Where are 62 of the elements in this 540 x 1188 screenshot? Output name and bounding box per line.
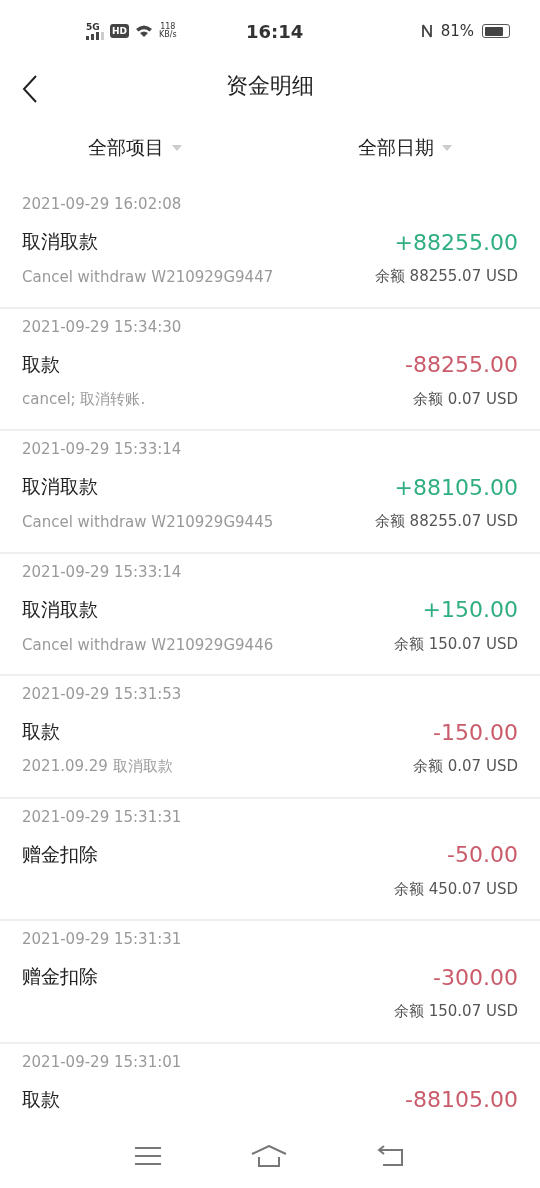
speed-value: 118 bbox=[160, 23, 176, 31]
transaction-row[interactable]: 2021-09-29 16:02:08 取消取款 +88255.00 Cancel withdraw W210929G9447 余额 88255.07 USD bbox=[0, 186, 540, 309]
transaction-amount: -88255.00 bbox=[405, 352, 518, 377]
transaction-time: 2021-09-29 16:02:08 bbox=[22, 195, 183, 215]
transaction-title: 取消取款 bbox=[22, 229, 98, 254]
transaction-row[interactable]: 2021-09-29 15:33:14 取消取款 +88105.00 Cancel withdraw W210929G9445 余额 88255.07 USD bbox=[0, 431, 540, 554]
wifi-icon bbox=[135, 24, 153, 38]
balance-text: 余额 450.07 USD bbox=[393, 879, 518, 899]
back-nav-button[interactable] bbox=[377, 1145, 405, 1167]
home-button[interactable] bbox=[251, 1145, 287, 1167]
transaction-note: Cancel withdraw W210929G9446 bbox=[22, 635, 274, 654]
transaction-row[interactable]: 2021-09-29 15:34:30 取款 -88255.00 cancel; 取消转账. 余额 0.07 USD bbox=[0, 308, 540, 431]
transaction-amount: +88255.00 bbox=[394, 229, 518, 255]
transaction-time: 2021-09-29 15:31:53 bbox=[22, 685, 183, 705]
transaction-row[interactable]: 2021-09-29 15:31:31 赠金扣除 -300.00 余额 150.07 USD bbox=[0, 921, 540, 1044]
battery-icon bbox=[482, 24, 510, 38]
transaction-time: 2021-09-29 15:33:14 bbox=[22, 440, 183, 460]
page-title: 资金明细 bbox=[226, 72, 314, 100]
balance-text: 余额 0.07 USD bbox=[413, 757, 518, 776]
transaction-title: 取消取款 bbox=[22, 474, 98, 499]
transaction-amount: -88105.00 bbox=[405, 1087, 518, 1112]
balance-text: 余额 88255.07 USD bbox=[374, 267, 518, 286]
transaction-amount: +150.00 bbox=[422, 597, 518, 622]
transaction-time: 2021-09-29 15:31:31 bbox=[22, 807, 183, 828]
transaction-note: Cancel withdraw W210929G9447 bbox=[22, 268, 274, 286]
transaction-amount: +88105.00 bbox=[394, 474, 518, 500]
menu-button[interactable] bbox=[135, 1146, 161, 1166]
balance-text: 余额 150.07 USD bbox=[393, 1002, 518, 1021]
transaction-title: 赠金扣除 bbox=[22, 964, 98, 989]
transaction-note: Cancel withdraw W210929G9445 bbox=[22, 513, 274, 531]
transaction-time: 2021-09-29 15:31:31 bbox=[22, 930, 183, 950]
transaction-title: 赠金扣除 bbox=[22, 841, 98, 867]
transaction-row[interactable]: 2021-09-29 15:33:14 取消取款 +150.00 Cancel withdraw W210929G9446 余额 150.07 USD bbox=[0, 553, 540, 676]
transaction-title: 取消取款 bbox=[22, 596, 98, 622]
transaction-title: 取款 bbox=[22, 719, 60, 744]
caret-icon bbox=[172, 145, 182, 151]
transaction-row[interactable]: 2021-09-29 15:31:31 赠金扣除 -50.00 余额 450.07 USD bbox=[0, 798, 540, 921]
balance-text: 余额 150.07 USD bbox=[393, 634, 518, 654]
transaction-amount: -150.00 bbox=[433, 719, 518, 745]
balance-text: 余额 88255.07 USD bbox=[374, 512, 518, 531]
transaction-amount: -300.00 bbox=[433, 964, 518, 990]
hd-badge: HD bbox=[110, 24, 129, 38]
clock: 16:14 bbox=[246, 20, 305, 42]
transaction-note: cancel; 取消转账. bbox=[22, 389, 146, 409]
nfc-icon bbox=[420, 23, 433, 39]
signal-icon bbox=[86, 31, 104, 40]
caret-icon bbox=[442, 145, 452, 151]
transaction-row[interactable]: 2021-09-29 15:31:01 取款 -88105.00 bbox=[0, 1043, 540, 1124]
transaction-title: 取款 bbox=[22, 1086, 60, 1112]
speed-unit: KB/s bbox=[159, 31, 177, 39]
transaction-row[interactable]: 2021-09-29 15:31:53 取款 -150.00 2021.09.29 取消取款 余额 0.07 USD bbox=[0, 676, 540, 799]
transaction-time: 2021-09-29 15:31:01 bbox=[22, 1052, 183, 1073]
filter-dropdown[interactable]: 全部日期 bbox=[270, 135, 540, 161]
transaction-amount: -50.00 bbox=[447, 842, 518, 867]
transaction-title: 取款 bbox=[22, 351, 60, 377]
transaction-note: 2021.09.29 取消取款 bbox=[22, 757, 173, 776]
battery-percent: 81% bbox=[440, 22, 474, 40]
balance-text: 余额 0.07 USD bbox=[413, 389, 518, 409]
transaction-time: 2021-09-29 15:34:30 bbox=[22, 317, 183, 338]
transaction-time: 2021-09-29 15:33:14 bbox=[22, 562, 183, 583]
filter-dropdown[interactable]: 全部项目 bbox=[0, 135, 270, 161]
network-label: 5G bbox=[86, 22, 101, 32]
